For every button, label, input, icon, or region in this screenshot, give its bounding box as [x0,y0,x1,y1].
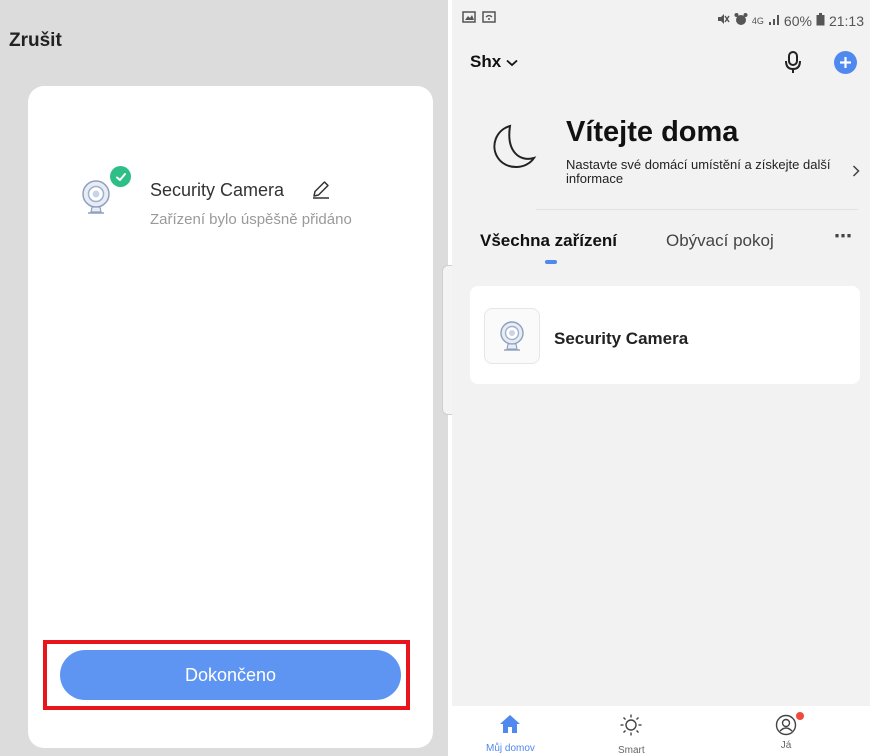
welcome-title: Vítejte doma [566,116,739,148]
device-status: Zařízení bylo úspěšně přidáno [150,211,352,228]
tab-all-devices[interactable]: Všechna zařízení [480,231,617,251]
edit-icon[interactable] [310,178,332,200]
device-name: Security Camera [150,180,285,200]
nav-me[interactable]: Já [774,712,804,751]
mute-icon [716,12,730,29]
camera-icon [484,308,540,364]
check-icon [110,166,131,187]
tab-indicator [545,260,557,264]
clock: 21:13 [828,12,864,29]
nav-label-home: Můj domov [486,743,535,754]
notification-dot [796,712,804,720]
signal-icon [768,13,780,29]
tab-living-room[interactable]: Obývací pokoj [666,231,774,251]
battery-percent: 60% [783,12,812,29]
sun-icon [619,714,643,741]
moon-icon [486,122,538,174]
image-icon [462,10,476,27]
device-added-screen: Zrušit Security Camera Zařízení bylo úsp… [0,0,448,756]
nav-label-smart: Smart [618,745,645,756]
mic-icon[interactable] [782,50,804,74]
done-button[interactable]: Dokončeno [60,650,401,700]
welcome-subtitle: Nastavte své domácí umístění a získejte … [566,157,831,186]
device-card-label: Security Camera [554,329,689,348]
status-bar: 4G 60% 21:13 [452,0,870,30]
device-card-security-camera[interactable]: Security Camera [470,286,860,384]
plus-icon[interactable] [834,51,857,74]
home-name: Shx [470,52,502,71]
nav-smart[interactable]: Smart [618,714,645,756]
divider [536,209,858,210]
network-icon: 4G [751,15,764,26]
chevron-down-icon [506,52,518,72]
more-icon[interactable]: ⋯ [834,226,853,247]
home-icon [499,714,521,739]
wifi-icon [482,10,496,27]
bottom-nav: Můj domov Smart Já [452,706,870,756]
nav-label-me: Já [780,740,792,751]
profile-icon [774,712,804,736]
cancel-button[interactable]: Zrušit [9,30,62,52]
battery-icon [816,12,825,29]
chevron-right-icon[interactable] [852,164,860,182]
home-selector[interactable]: Shx [470,52,518,72]
panel-drag-handle[interactable] [442,265,452,415]
nav-my-home[interactable]: Můj domov [486,714,535,754]
alarm-icon [734,12,748,29]
home-screen: 4G 60% 21:13 Shx Vítejte doma Nastavte s… [452,0,870,756]
